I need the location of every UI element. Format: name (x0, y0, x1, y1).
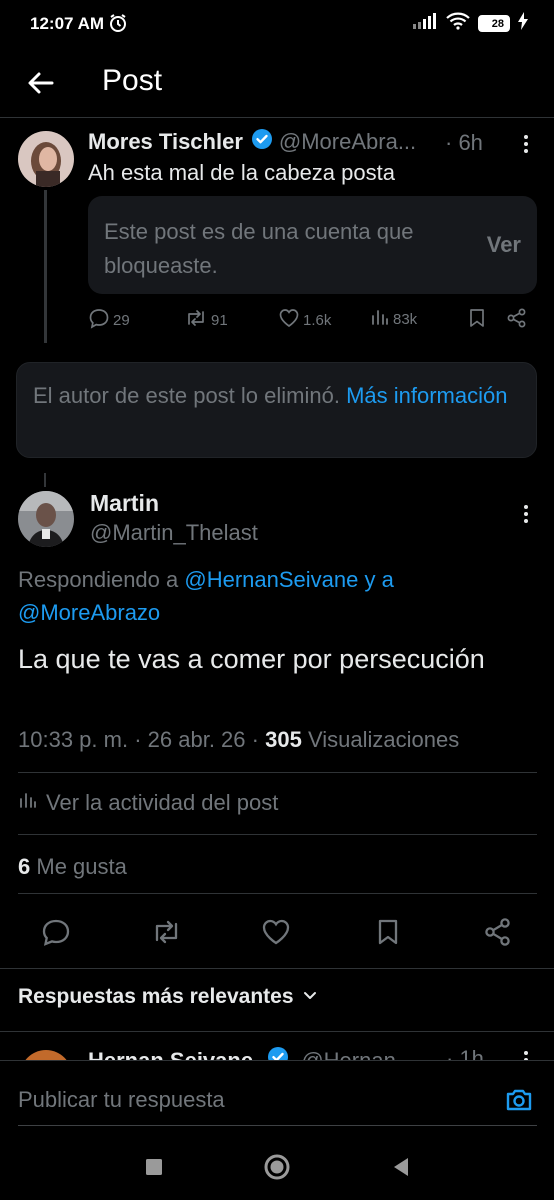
replies-sort-dropdown[interactable]: Respuestas más relevantes (18, 985, 318, 1009)
views-action[interactable]: 83k (370, 307, 417, 331)
sort-label: Respuestas más relevantes (18, 985, 294, 1008)
system-nav-bar (0, 1132, 554, 1200)
likes-label: Me gusta (36, 854, 127, 879)
wifi-icon (446, 12, 470, 35)
input-underline (18, 1125, 537, 1126)
views-icon (370, 307, 390, 331)
reply-author-handle: @Hernan... (301, 1048, 414, 1060)
post-more-options-icon[interactable] (516, 504, 536, 524)
camera-icon[interactable] (504, 1085, 534, 1115)
reply-composer: Publicar tu respuesta (0, 1060, 554, 1132)
reply-author-name: Hernan Seivane (88, 1048, 253, 1060)
battery-level: 28 (491, 17, 505, 30)
signal-icon (412, 12, 438, 35)
like-count: 1.6k (303, 311, 332, 329)
likes-summary[interactable]: 6 Me gusta (18, 854, 127, 880)
thread-connector (44, 473, 46, 487)
verified-badge-icon (251, 128, 273, 156)
alarm-icon (108, 13, 128, 38)
chevron-down-icon (302, 985, 318, 1009)
reply-button[interactable] (40, 916, 72, 948)
quoted-author-handle: @MoreAbra... (278, 129, 417, 154)
share-action[interactable] (506, 307, 528, 333)
repost-count: 91 (211, 311, 228, 329)
view-blocked-button[interactable]: Ver (487, 232, 521, 258)
repost-action[interactable]: 91 (184, 307, 228, 333)
divider (18, 834, 537, 835)
heart-icon (278, 307, 300, 333)
likes-count: 6 (18, 854, 31, 879)
thread-line (44, 190, 47, 343)
avatar-mores[interactable] (18, 131, 74, 187)
reply-input[interactable]: Publicar tu respuesta (18, 1087, 225, 1113)
status-icons: 28 (412, 12, 528, 35)
header-divider (0, 117, 554, 118)
recents-icon[interactable] (141, 1154, 167, 1180)
blocked-notice-text: Este post es de una cuenta que bloqueast… (104, 219, 414, 278)
share-icon (506, 307, 528, 333)
avatar-hernan[interactable] (20, 1050, 72, 1060)
more-info-link[interactable]: Más información (346, 383, 507, 408)
author-name[interactable]: Martin (90, 490, 159, 517)
author-handle[interactable]: @Martin_Thelast (90, 520, 258, 546)
page-title: Post (102, 64, 163, 97)
views-total: 305 (265, 727, 302, 752)
repost-icon (184, 307, 208, 333)
reply-count: 29 (113, 311, 130, 329)
battery-icon: 28 (478, 15, 510, 32)
post-time: 10:33 p. m. (18, 727, 129, 752)
more-options-icon[interactable] (516, 134, 536, 154)
mention-more[interactable]: @MoreAbrazo (18, 600, 160, 625)
back-arrow-icon[interactable] (24, 66, 58, 100)
deleted-notice-message: El autor de este post lo eliminó. (33, 383, 340, 408)
status-time: 12:07 AM (30, 14, 105, 33)
quoted-author-name: Mores Tischler (88, 129, 243, 154)
charging-icon (518, 12, 528, 35)
reply-time: · 1h (446, 1046, 484, 1060)
reply-action[interactable]: 29 (88, 307, 130, 333)
like-action[interactable]: 1.6k (278, 307, 331, 333)
post-activity-link[interactable]: Ver la actividad del post (18, 790, 278, 816)
share-button[interactable] (482, 916, 514, 948)
reply-author-row: Hernan Seivane @Hernan... (88, 1046, 414, 1060)
replying-join[interactable]: y a (365, 567, 394, 592)
reply-icon (88, 307, 110, 333)
post-metadata: 10:33 p. m. · 26 abr. 26 · 305 Visualiza… (18, 727, 460, 752)
top-app-bar: Post (0, 50, 554, 116)
mention-hernan[interactable]: @HernanSeivane (184, 567, 358, 592)
verified-badge-icon (267, 1046, 289, 1060)
post-text: La que te vas a comer por persecución (18, 644, 485, 674)
avatar-martin[interactable] (18, 491, 74, 547)
blocked-account-notice: Este post es de una cuenta que bloqueast… (88, 196, 537, 294)
reply-preview[interactable]: Hernan Seivane @Hernan... · 1h (0, 1032, 554, 1060)
back-nav-icon[interactable] (388, 1154, 414, 1180)
bookmark-button[interactable] (372, 916, 404, 948)
divider (0, 968, 554, 969)
replying-to: Respondiendo a @HernanSeivane y a @MoreA… (18, 563, 518, 629)
post-action-bar (0, 910, 554, 954)
divider (18, 893, 537, 894)
activity-label: Ver la actividad del post (46, 790, 279, 815)
quoted-time: · 6h (445, 130, 483, 155)
deleted-post-notice: El autor de este post lo eliminó. Más in… (16, 362, 537, 458)
views-count: 83k (393, 310, 418, 328)
bookmark-icon (466, 307, 488, 333)
divider (18, 772, 537, 773)
analytics-icon (18, 790, 38, 816)
quoted-post-text: Ah esta mal de la cabeza posta (88, 160, 395, 185)
quoted-post-actions: 29 91 1.6k 83k (88, 307, 538, 335)
bookmark-action[interactable] (466, 307, 488, 333)
deleted-notice-text: El autor de este post lo eliminó. Más in… (33, 380, 523, 412)
post-date: 26 abr. 26 (147, 727, 246, 752)
like-button[interactable] (260, 916, 292, 948)
status-bar: 12:07 AM 28 (0, 0, 554, 50)
replying-prefix: Respondiendo a (18, 567, 179, 592)
views-label: Visualizaciones (307, 727, 460, 752)
reply-more-options-icon[interactable] (516, 1050, 536, 1060)
repost-button[interactable] (150, 916, 182, 948)
home-icon[interactable] (263, 1153, 291, 1181)
